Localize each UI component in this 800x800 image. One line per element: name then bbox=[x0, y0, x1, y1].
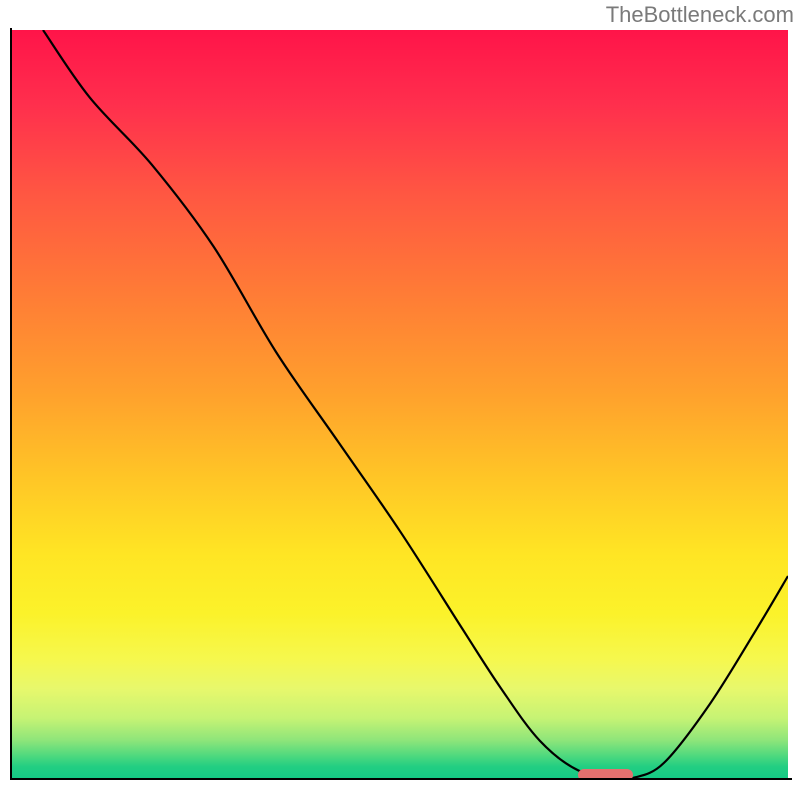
y-axis-line bbox=[10, 28, 12, 780]
plot-area bbox=[10, 30, 790, 798]
chart-stage: TheBottleneck.com bbox=[0, 0, 800, 800]
watermark-text: TheBottleneck.com bbox=[606, 2, 794, 28]
x-axis-line bbox=[10, 778, 792, 780]
optimal-marker bbox=[578, 769, 632, 778]
plot-inner bbox=[12, 30, 788, 778]
bottleneck-curve bbox=[12, 30, 788, 778]
